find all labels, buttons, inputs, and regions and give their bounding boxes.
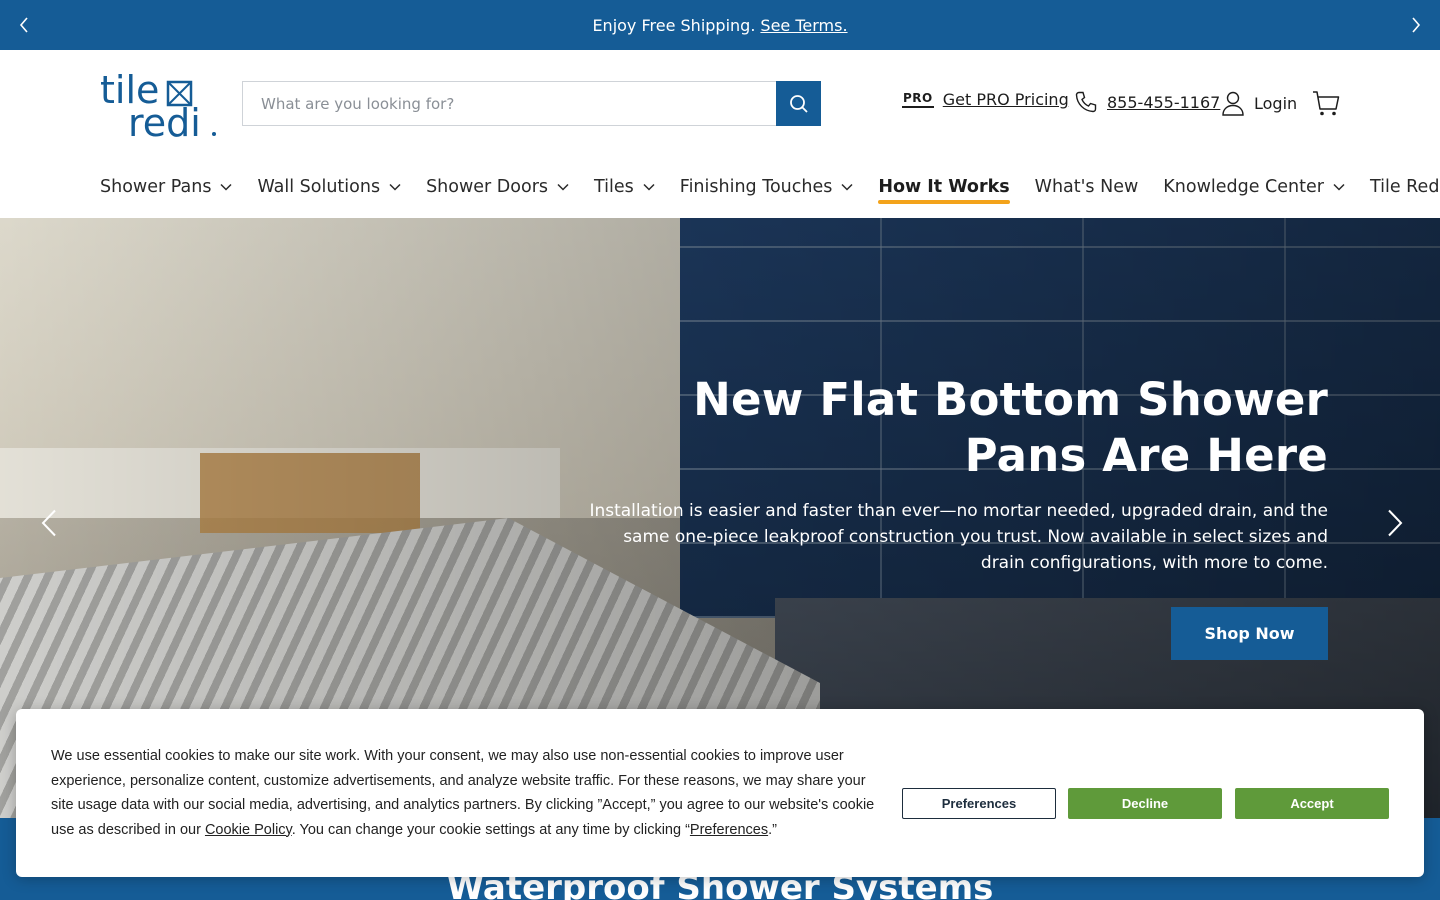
cookie-accept-button[interactable]: Accept	[1235, 788, 1389, 819]
cookie-preferences-link[interactable]: Preferences	[690, 822, 768, 838]
announcement-bar: Enjoy Free Shipping. See Terms.	[0, 0, 1440, 50]
see-terms-link[interactable]: See Terms.	[760, 16, 847, 35]
announcement-message: Enjoy Free Shipping.	[592, 15, 756, 35]
announcement-message-wrap: Enjoy Free Shipping. See Terms.	[592, 16, 847, 35]
nav-item-whats-new[interactable]: What's New	[1035, 172, 1139, 202]
nav-item-tile-redi-pro[interactable]: Tile Redi PRO	[1370, 172, 1440, 202]
cart-button[interactable]	[1312, 89, 1340, 117]
chevron-left-icon	[41, 509, 56, 537]
chevron-right-icon	[1388, 509, 1403, 537]
cookie-banner: We use essential cookies to make our sit…	[16, 709, 1424, 877]
nav-item-tiles[interactable]: Tiles	[594, 172, 655, 202]
chevron-down-icon	[841, 183, 853, 191]
phone-contact[interactable]: 855-455-1167	[1074, 90, 1220, 114]
hero-title: New Flat Bottom Shower Pans Are Here	[693, 373, 1328, 482]
cookie-text: We use essential cookies to make our sit…	[51, 744, 881, 842]
hero-description: Installation is easier and faster than e…	[589, 501, 1328, 573]
pro-pricing-link[interactable]: Get PRO Pricing	[943, 90, 1069, 109]
phone-icon	[1075, 91, 1097, 113]
announcement-prev-button[interactable]	[12, 13, 36, 37]
cookie-decline-button[interactable]: Decline	[1068, 788, 1222, 819]
cookie-policy-link[interactable]: Cookie Policy	[205, 822, 292, 838]
cookie-text-part-2: . You can change your cookie settings at…	[291, 821, 690, 838]
nav-label: Tiles	[594, 177, 634, 197]
site-header: tile redi PRO Get PRO Pricing 855-455-11…	[0, 50, 1440, 218]
main-nav: Shower Pans Wall Solutions Shower Doors …	[100, 172, 1440, 204]
nav-label: Knowledge Center	[1163, 177, 1324, 197]
nav-item-how-it-works[interactable]: How It Works	[878, 172, 1010, 204]
nav-item-shower-doors[interactable]: Shower Doors	[426, 172, 569, 202]
search-icon	[789, 94, 808, 113]
nav-label: Shower Pans	[100, 177, 212, 197]
announcement-next-button[interactable]	[1404, 13, 1428, 37]
logo-text-redi: redi	[128, 101, 201, 140]
chevron-left-icon	[19, 17, 28, 33]
pro-badge-icon: PRO	[902, 91, 934, 108]
nav-label: Tile Redi PRO	[1369, 177, 1440, 197]
phone-link[interactable]: 855-455-1167	[1107, 93, 1220, 112]
hero-next-button[interactable]	[1380, 508, 1410, 538]
chevron-right-icon	[1412, 17, 1421, 33]
hero-content: New Flat Bottom Shower Pans Are Here Ins…	[580, 372, 1328, 576]
chevron-down-icon	[1333, 183, 1345, 191]
nav-label: Wall Solutions	[257, 177, 381, 197]
nav-item-knowledge-center[interactable]: Knowledge Center	[1163, 172, 1345, 202]
cart-icon	[1313, 91, 1340, 116]
chevron-down-icon	[643, 183, 655, 191]
login-label: Login	[1254, 93, 1298, 113]
user-icon	[1222, 91, 1244, 116]
shop-now-button[interactable]: Shop Now	[1171, 607, 1328, 660]
cookie-text-part-3: .”	[768, 821, 777, 838]
search-bar	[242, 81, 821, 126]
pro-pricing[interactable]: PRO Get PRO Pricing	[902, 90, 1069, 109]
chevron-down-icon	[557, 183, 569, 191]
login-link[interactable]: Login	[1221, 90, 1297, 116]
nav-label: What's New	[1034, 177, 1139, 197]
chevron-down-icon	[389, 183, 401, 191]
tile-redi-logo[interactable]: tile redi	[100, 68, 218, 145]
search-button[interactable]	[776, 81, 821, 126]
nav-label: How It Works	[878, 177, 1010, 197]
logo-mark: tile redi	[100, 68, 216, 145]
nav-label: Finishing Touches	[679, 177, 833, 197]
hero-prev-button[interactable]	[34, 508, 64, 538]
search-input[interactable]	[242, 81, 777, 126]
nav-item-finishing-touches[interactable]: Finishing Touches	[680, 172, 854, 202]
cookie-preferences-button[interactable]: Preferences	[902, 788, 1056, 819]
nav-label: Shower Doors	[426, 177, 549, 197]
nav-item-wall-solutions[interactable]: Wall Solutions	[257, 172, 401, 202]
nav-item-shower-pans[interactable]: Shower Pans	[100, 172, 232, 202]
chevron-down-icon	[220, 183, 232, 191]
